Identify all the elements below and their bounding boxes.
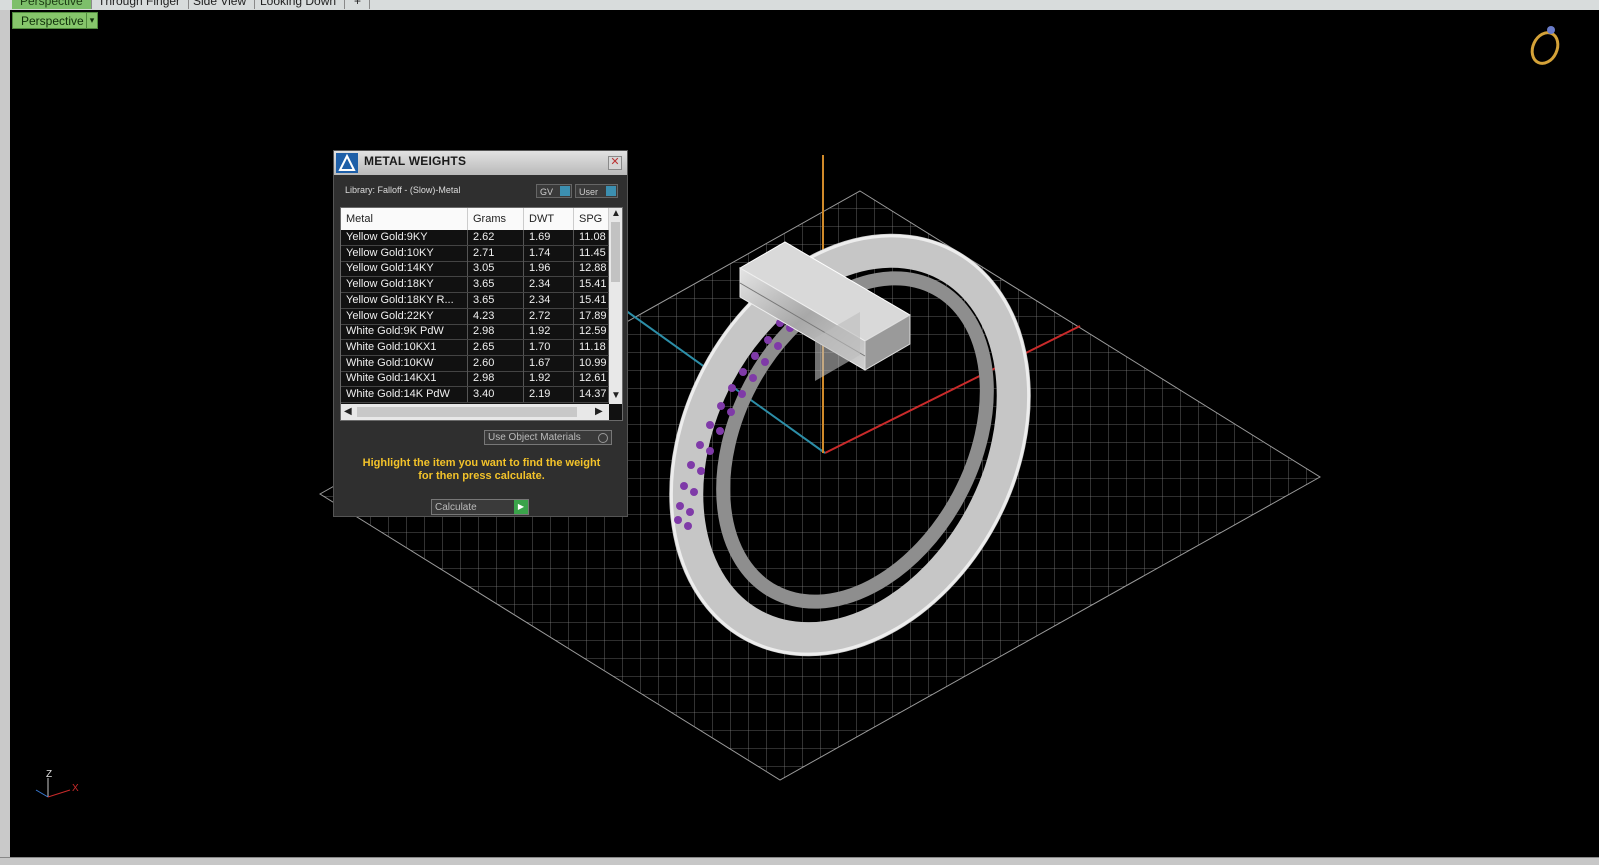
table-cell: 15.41 [574, 277, 609, 293]
table-cell: 1.67 [524, 355, 574, 371]
table-cell: Yellow Gold:9KY [341, 230, 468, 245]
table-cell: 1.74 [524, 245, 574, 261]
ring-logo-icon [1530, 26, 1560, 65]
scroll-up-icon[interactable]: ▲ [611, 208, 621, 219]
table-row[interactable]: Yellow Gold:14KY 3.05 1.96 12.88 [341, 261, 609, 278]
table-cell: 11.08 [574, 230, 609, 245]
tab-looking-down[interactable]: Looking Down [252, 0, 346, 9]
table-cell: 14.37 [574, 387, 609, 402]
scroll-left-icon[interactable]: ◀ [344, 406, 352, 417]
add-tab-button[interactable]: + [346, 0, 371, 9]
table-row[interactable]: Yellow Gold:22KY 4.23 2.72 17.89 [341, 308, 609, 325]
table-cell: White Gold:14KX1 [341, 371, 468, 387]
table-cell: White Gold:14K PdW [341, 387, 468, 402]
table-cell: 2.98 [468, 324, 524, 340]
table-cell: White Gold:10KW [341, 355, 468, 371]
table-row[interactable]: White Gold:14KX1 2.98 1.92 12.61 [341, 371, 609, 388]
table-cell: 2.62 [468, 230, 524, 245]
scroll-down-icon[interactable]: ▼ [611, 390, 621, 401]
table-cell: 2.34 [524, 292, 574, 308]
table-row[interactable]: White Gold:10KW 2.60 1.67 10.99 [341, 355, 609, 372]
table-cell: 2.71 [468, 245, 524, 261]
gv-toggle[interactable]: GV [536, 184, 572, 198]
table-cell: 15.41 [574, 292, 609, 308]
table-cell: 12.59 [574, 324, 609, 340]
instruction-text: Highlight the item you want to find the … [362, 457, 601, 482]
panel-title: METAL WEIGHTS [364, 154, 467, 168]
use-object-materials-checkbox[interactable]: Use Object Materials [484, 430, 612, 445]
table-cell: 2.34 [524, 277, 574, 293]
3d-viewport[interactable]: Z X Perspective ▾ METAL WEIGHTS ✕ Librar… [10, 10, 1599, 860]
table-row[interactable]: Yellow Gold:9KY 2.62 1.69 11.08 [341, 230, 609, 246]
table-cell: 3.65 [468, 292, 524, 308]
col-grams[interactable]: Grams [468, 208, 524, 230]
table-cell: 3.65 [468, 277, 524, 293]
table-cell: Yellow Gold:18KY [341, 277, 468, 293]
horizontal-scrollbar[interactable]: ◀ ▶ [341, 404, 609, 420]
table-cell: Yellow Gold:10KY [341, 245, 468, 261]
table-cell: 4.23 [468, 308, 524, 324]
table-cell: 2.65 [468, 339, 524, 355]
table-cell: 11.45 [574, 245, 609, 261]
gizmo-x-label: X [72, 783, 79, 794]
col-dwt[interactable]: DWT [524, 208, 574, 230]
table-cell: Yellow Gold:18KY R... [341, 292, 468, 308]
table-cell: 17.89 [574, 308, 609, 324]
ring-scene: Z X [35, 26, 1560, 798]
table-cell: 10.99 [574, 355, 609, 371]
table-row[interactable]: White Gold:10KX1 2.65 1.70 11.18 [341, 339, 609, 356]
tab-through-finger[interactable]: Through Finger [90, 0, 190, 9]
table-cell: 1.92 [524, 324, 574, 340]
panel-titlebar[interactable]: METAL WEIGHTS ✕ [334, 151, 627, 175]
table-cell: 1.70 [524, 339, 574, 355]
table-cell: 1.69 [524, 230, 574, 245]
table-row[interactable]: White Gold:9K PdW 2.98 1.92 12.59 [341, 324, 609, 341]
scroll-right-icon[interactable]: ▶ [595, 406, 603, 417]
table-cell: Yellow Gold:14KY [341, 261, 468, 277]
tab-perspective[interactable]: Perspective [12, 0, 92, 9]
gizmo-z-label: Z [46, 769, 52, 780]
table-header: Metal Grams DWT SPG [341, 208, 609, 230]
play-icon[interactable]: ▶ [514, 500, 528, 514]
table-cell: 2.19 [524, 387, 574, 402]
table-cell: 2.72 [524, 308, 574, 324]
table-row[interactable]: Yellow Gold:18KY R... 3.65 2.34 15.41 [341, 292, 609, 309]
table-cell: 12.88 [574, 261, 609, 277]
perspective-dropdown-icon[interactable]: ▾ [86, 12, 98, 29]
vertical-scroll-thumb[interactable] [611, 222, 620, 282]
table-cell: 1.96 [524, 261, 574, 277]
rhino-logo-icon [336, 153, 358, 173]
horizontal-scroll-thumb[interactable] [357, 407, 577, 417]
metal-table[interactable]: Metal Grams DWT SPG Yellow Gold:9KY 2.62 1… [340, 207, 623, 421]
table-cell: 3.05 [468, 261, 524, 277]
table-cell: 1.92 [524, 371, 574, 387]
table-cell: Yellow Gold:22KY [341, 308, 468, 324]
axes-gizmo: Z X [35, 769, 79, 798]
user-toggle[interactable]: User [575, 184, 618, 198]
table-row[interactable]: Yellow Gold:18KY 3.65 2.34 15.41 [341, 277, 609, 294]
table-cell: White Gold:10KX1 [341, 339, 468, 355]
tab-side-view[interactable]: Side View [185, 0, 256, 9]
view-tabbar: Perspective Through Finger Side View Loo… [0, 0, 1599, 10]
col-spg[interactable]: SPG [574, 208, 609, 230]
table-cell: 3.40 [468, 387, 524, 402]
col-metal[interactable]: Metal [341, 208, 468, 230]
calculate-button[interactable]: Calculate ▶ [431, 499, 529, 515]
table-row[interactable]: Yellow Gold:10KY 2.71 1.74 11.45 [341, 245, 609, 262]
table-cell: White Gold:9K PdW [341, 324, 468, 340]
table-cell: 2.98 [468, 371, 524, 387]
radio-icon[interactable] [598, 433, 608, 443]
table-row[interactable]: White Gold:14K PdW 3.40 2.19 14.37 [341, 387, 609, 403]
library-label: Library: Falloff - (Slow)-Metal [345, 185, 461, 195]
table-cell: 12.61 [574, 371, 609, 387]
table-cell: 2.60 [468, 355, 524, 371]
vertical-scrollbar[interactable]: ▲ ▼ [609, 208, 622, 404]
close-icon[interactable]: ✕ [608, 156, 622, 170]
table-cell: 11.18 [574, 339, 609, 355]
metal-weights-panel: METAL WEIGHTS ✕ Library: Falloff - (Slow… [333, 150, 628, 517]
